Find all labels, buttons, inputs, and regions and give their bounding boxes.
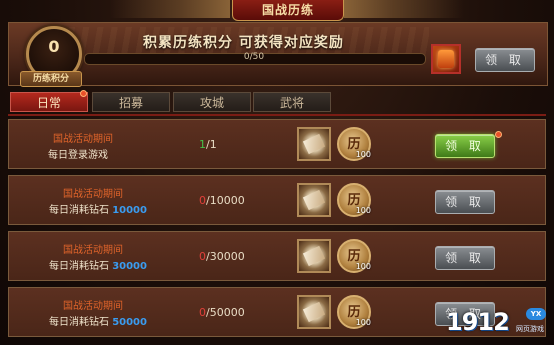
site-watermark-logo: 1912 YX 网页游戏	[446, 306, 550, 342]
coin-reward-icon[interactable]: 历 100	[337, 127, 371, 161]
watermark-badge: YX	[526, 308, 546, 320]
task-desc-number: 10000	[112, 205, 147, 216]
title-ornament-left	[110, 0, 230, 18]
tab-label: 攻城	[199, 96, 224, 110]
task-desc-text: 每日消耗钻石	[49, 205, 109, 216]
task-progress: 0/30000	[199, 250, 279, 263]
notification-dot-icon	[80, 90, 87, 97]
points-label: 历练积分	[20, 71, 82, 87]
category-tabs: 日常 招募 攻城 武将	[8, 90, 546, 116]
scroll-reward-icon[interactable]	[297, 239, 331, 273]
game-window: 国战历练 0 历练积分 积累历练积分 可获得对应奖励 0/50 领 取 日常 招…	[0, 0, 554, 345]
header-headline: 积累历练积分 可获得对应奖励	[143, 35, 344, 51]
coin-reward-icon[interactable]: 历 100	[337, 295, 371, 329]
reward-quantity: 100	[355, 262, 371, 271]
notification-dot-icon	[495, 131, 502, 138]
task-desc-text: 每日消耗钻石	[49, 261, 109, 272]
task-row: 国战活动期间 每日消耗钻石 30000 0/30000 历 100 领 取	[8, 231, 546, 281]
task-description: 每日消耗钻石 10000	[23, 201, 173, 216]
coin-reward-icon[interactable]: 历 100	[337, 239, 371, 273]
task-desc-number: 50000	[112, 317, 147, 328]
title-ornament-right	[344, 0, 464, 18]
task-desc-text: 每日登录游戏	[48, 150, 108, 161]
task-progress: 1/1	[199, 138, 279, 151]
tab-recruit[interactable]: 招募	[92, 92, 170, 112]
tab-label: 武将	[279, 96, 304, 110]
scroll-reward-icon[interactable]	[297, 127, 331, 161]
window-title: 国战历练	[232, 0, 344, 21]
tab-generals[interactable]: 武将	[253, 92, 331, 112]
task-progress: 0/50000	[199, 306, 279, 319]
task-progress-target: /50000	[206, 306, 245, 319]
task-row: 国战活动期间 每日消耗钻石 10000 0/10000 历 100 领 取	[8, 175, 546, 225]
points-progress-text: 0/50	[243, 52, 265, 62]
task-progress-current: 0	[199, 194, 206, 207]
task-title: 国战活动期间	[63, 245, 123, 256]
task-desc-number: 30000	[112, 261, 147, 272]
task-title: 国战活动期间	[63, 301, 123, 312]
tab-label: 招募	[118, 96, 143, 110]
reward-quantity: 100	[355, 318, 371, 327]
scroll-reward-icon[interactable]	[297, 183, 331, 217]
task-title: 国战活动期间	[63, 189, 123, 200]
tab-label: 日常	[36, 96, 61, 110]
chest-glow	[438, 50, 454, 68]
tab-siege[interactable]: 攻城	[173, 92, 251, 112]
task-title: 国战活动期间	[53, 134, 113, 145]
points-value: 0	[48, 37, 60, 56]
claim-button[interactable]: 领 取	[435, 246, 495, 270]
claim-button[interactable]: 领 取	[435, 190, 495, 214]
task-description: 每日消耗钻石 30000	[23, 257, 173, 272]
task-row: 国战活动期间 每日登录游戏 1/1 历 100 领 取	[8, 119, 546, 169]
task-description: 每日登录游戏	[3, 146, 153, 161]
task-desc-text: 每日消耗钻石	[49, 317, 109, 328]
task-progress-target: /30000	[206, 250, 245, 263]
watermark-subtitle: 网页游戏	[516, 325, 544, 333]
tab-daily[interactable]: 日常	[10, 92, 88, 112]
task-progress: 0/10000	[199, 194, 279, 207]
header-claim-button[interactable]: 领 取	[475, 48, 535, 72]
task-progress-target: /10000	[206, 194, 245, 207]
task-progress-current: 0	[199, 250, 206, 263]
task-progress-current: 0	[199, 306, 206, 319]
task-progress-target: /1	[206, 138, 217, 151]
coin-reward-icon[interactable]: 历 100	[337, 183, 371, 217]
scroll-reward-icon[interactable]	[297, 295, 331, 329]
reward-chest-icon[interactable]	[431, 44, 461, 74]
watermark-number: 1912	[446, 308, 510, 336]
claim-button[interactable]: 领 取	[435, 134, 495, 158]
reward-quantity: 100	[355, 206, 371, 215]
reward-quantity: 100	[355, 150, 371, 159]
task-description: 每日消耗钻石 50000	[23, 313, 173, 328]
task-progress-current: 1	[199, 138, 206, 151]
